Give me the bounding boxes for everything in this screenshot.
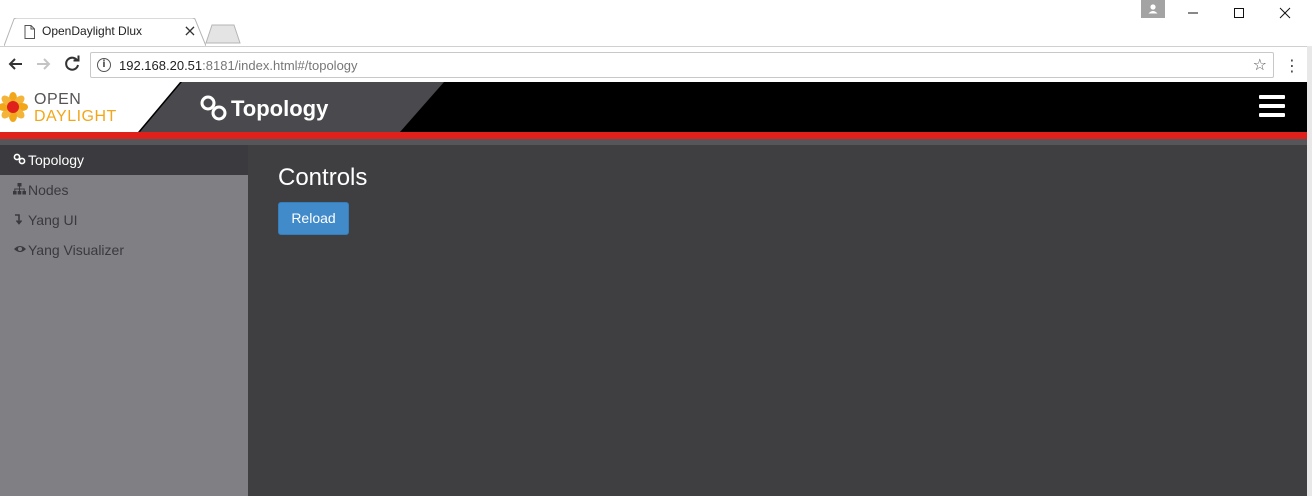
user-silhouette-icon	[1148, 4, 1158, 14]
arrow-turn-icon	[13, 206, 28, 236]
accent-bar	[0, 132, 1307, 139]
sidebar-item-yang-ui[interactable]: Yang UI	[0, 205, 248, 235]
sidebar-item-label: Topology	[28, 152, 85, 168]
sidebar-item-label: Yang Visualizer	[28, 242, 124, 258]
reload-icon[interactable]	[60, 52, 84, 76]
forward-arrow-icon[interactable]	[31, 52, 55, 76]
sidebar-item-yang-visualizer[interactable]: Yang Visualizer	[0, 235, 248, 265]
sidebar-item-label: Nodes	[28, 182, 69, 198]
close-icon[interactable]	[1262, 0, 1308, 28]
opendaylight-flower-icon	[0, 92, 28, 122]
url-text: 192.168.20.51:8181/index.html#/topology	[119, 58, 358, 73]
app-header: OPEN DAYLIGHT Topology	[0, 82, 1307, 132]
sidebar-item-nodes[interactable]: Nodes	[0, 175, 248, 205]
controls-heading: Controls	[278, 164, 368, 191]
tab-close-icon[interactable]: ×	[182, 22, 198, 40]
sidebar-item-label: Yang UI	[28, 212, 78, 228]
scrollbar[interactable]	[1307, 46, 1312, 496]
page-title: Topology	[231, 96, 329, 121]
url-host: 192.168.20.51	[119, 58, 203, 73]
reload-button[interactable]: Reload	[278, 202, 349, 235]
eye-icon	[13, 236, 28, 266]
document-icon	[24, 25, 35, 39]
hamburger-menu-icon[interactable]	[1259, 95, 1285, 117]
tab-title: OpenDaylight Dlux	[42, 24, 143, 38]
topology-link-icon	[200, 95, 227, 121]
maximize-icon[interactable]	[1216, 0, 1262, 28]
url-path: :8181/index.html#/topology	[202, 58, 358, 73]
logo-text-daylight: DAYLIGHT	[34, 108, 117, 125]
address-bar[interactable]: i 192.168.20.51:8181/index.html#/topolog…	[90, 52, 1274, 78]
user-icon[interactable]	[1141, 0, 1165, 18]
browser-tab-strip: OpenDaylight Dlux ×	[0, 0, 1312, 46]
info-icon[interactable]: i	[97, 58, 111, 72]
kebab-menu-icon[interactable]: ⋮	[1282, 55, 1302, 77]
sidebar-item-topology[interactable]: Topology	[0, 145, 248, 175]
new-tab-button[interactable]	[205, 24, 241, 44]
sidebar: Topology Nodes Yang UI Yang Visualizer	[0, 145, 248, 496]
sitemap-icon	[13, 176, 28, 206]
minimize-icon[interactable]	[1170, 0, 1216, 28]
browser-toolbar: i 192.168.20.51:8181/index.html#/topolog…	[0, 46, 1312, 82]
logo-text-open: OPEN	[34, 91, 82, 108]
back-arrow-icon[interactable]	[4, 52, 28, 76]
main-content: Controls Reload	[248, 145, 1307, 496]
browser-tab[interactable]: OpenDaylight Dlux ×	[4, 18, 206, 46]
star-icon[interactable]: ☆	[1253, 55, 1267, 74]
link-icon	[13, 146, 28, 176]
